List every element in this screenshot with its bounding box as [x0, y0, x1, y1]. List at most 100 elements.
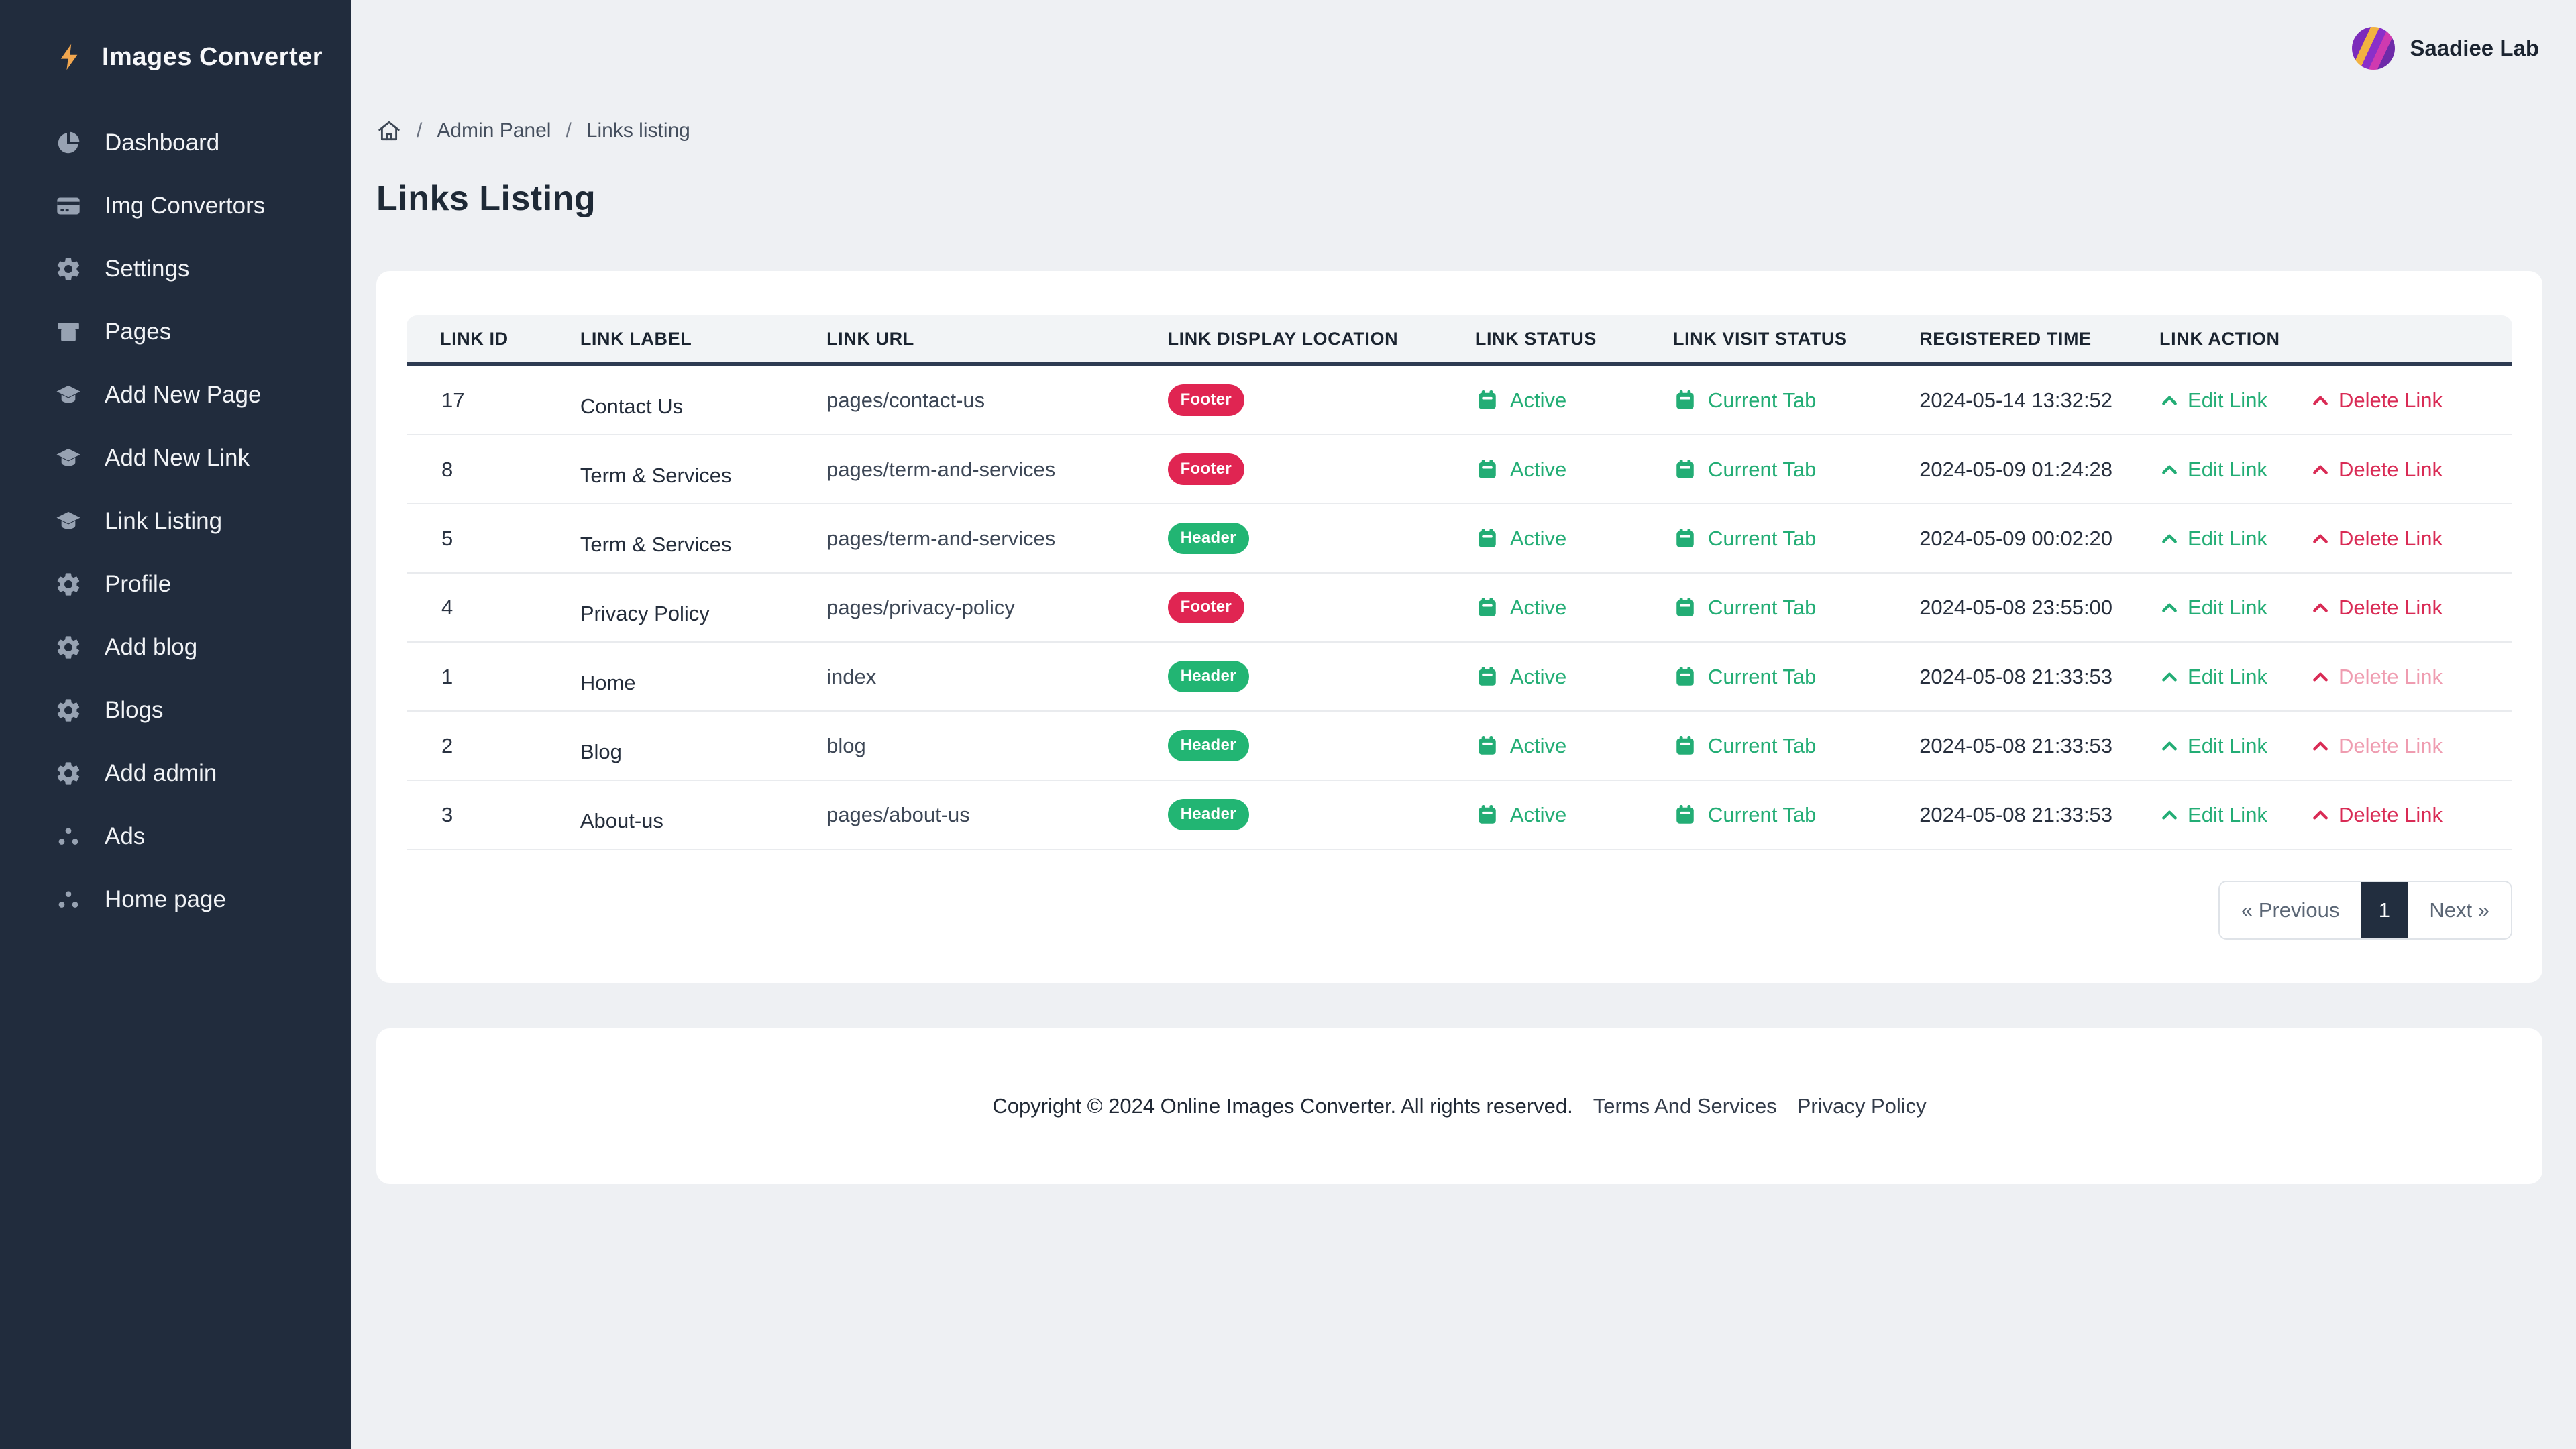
cell-link-label[interactable]: Term & Services — [571, 435, 817, 504]
sidebar-item-label: Link Listing — [105, 508, 222, 535]
gear-icon — [55, 256, 82, 282]
delete-link-button[interactable]: Delete Link — [2310, 665, 2443, 689]
cell-link-id: 2 — [407, 712, 571, 781]
breadcrumb-current: Links listing — [586, 119, 690, 142]
cell-link-label[interactable]: About-us — [571, 781, 817, 850]
sidebar-item-label: Settings — [105, 256, 189, 282]
col-link-status: Link Status — [1466, 315, 1664, 366]
sidebar-item-label: Img Convertors — [105, 193, 265, 219]
cell-link-url[interactable]: pages/about-us — [817, 781, 1159, 850]
sidebar-item-label: Pages — [105, 319, 171, 345]
sidebar-item-profile[interactable]: Profile — [0, 553, 351, 616]
delete-link-button[interactable]: Delete Link — [2310, 388, 2443, 413]
sidebar-item-pages[interactable]: Pages — [0, 301, 351, 364]
status-text: Active — [1510, 527, 1566, 551]
status-text: Active — [1510, 734, 1566, 758]
delete-link-button[interactable]: Delete Link — [2310, 527, 2443, 551]
chevron-up-icon — [2310, 390, 2330, 411]
edit-link-button[interactable]: Edit Link — [2159, 527, 2267, 551]
chevron-up-icon — [2310, 736, 2330, 756]
cell-link-label[interactable]: Term & Services — [571, 504, 817, 574]
main-content: Saadiee Lab / Admin Panel / Links listin… — [351, 0, 2576, 1449]
cell-visit-status: Current Tab — [1664, 435, 1910, 504]
breadcrumb-separator: / — [566, 119, 571, 142]
cell-display-location: Header — [1159, 643, 1466, 712]
cell-link-label[interactable]: Privacy Policy — [571, 574, 817, 643]
cell-link-url[interactable]: pages/term-and-services — [817, 435, 1159, 504]
edit-link-button[interactable]: Edit Link — [2159, 665, 2267, 689]
sidebar-item-dashboard[interactable]: Dashboard — [0, 111, 351, 174]
sidebar-item-home-page[interactable]: Home page — [0, 868, 351, 931]
gear-icon — [55, 697, 82, 724]
cell-link-url[interactable]: blog — [817, 712, 1159, 781]
edit-link-button[interactable]: Edit Link — [2159, 458, 2267, 482]
calendar-icon — [1475, 527, 1499, 551]
cell-display-location: Header — [1159, 712, 1466, 781]
status-text: Active — [1510, 803, 1566, 827]
cell-link-action: Edit Link Delete Link — [2150, 504, 2512, 574]
edit-link-button[interactable]: Edit Link — [2159, 803, 2267, 827]
sidebar-item-add-new-link[interactable]: Add New Link — [0, 427, 351, 490]
cell-visit-status: Current Tab — [1664, 574, 1910, 643]
sidebar-item-ads[interactable]: Ads — [0, 805, 351, 868]
home-icon[interactable] — [376, 118, 402, 144]
cell-link-url[interactable]: index — [817, 643, 1159, 712]
sidebar-item-add-admin[interactable]: Add admin — [0, 742, 351, 805]
cell-visit-status: Current Tab — [1664, 366, 1910, 435]
cell-display-location: Header — [1159, 504, 1466, 574]
pagination-next-button[interactable]: Next » — [2408, 882, 2511, 938]
graduation-cap-icon — [55, 508, 82, 535]
status-text: Active — [1510, 458, 1566, 482]
sidebar-item-blogs[interactable]: Blogs — [0, 679, 351, 742]
location-badge: Header — [1168, 523, 1249, 554]
delete-link-button[interactable]: Delete Link — [2310, 734, 2443, 758]
footer-link-privacy[interactable]: Privacy Policy — [1797, 1094, 1927, 1118]
sidebar-item-label: Profile — [105, 571, 171, 598]
cell-link-url[interactable]: pages/contact-us — [817, 366, 1159, 435]
cell-link-status: Active — [1466, 781, 1664, 850]
pagination-current-page[interactable]: 1 — [2361, 882, 2408, 938]
chevron-up-icon — [2159, 460, 2180, 480]
calendar-icon — [1673, 803, 1697, 827]
footer-link-terms[interactable]: Terms And Services — [1593, 1094, 1777, 1118]
breadcrumb-admin-panel[interactable]: Admin Panel — [437, 119, 551, 142]
calendar-icon — [1673, 388, 1697, 413]
brand-logo[interactable]: Images Converter — [0, 35, 351, 79]
table-row: 5 Term & Services pages/term-and-service… — [407, 504, 2512, 574]
cell-link-action: Edit Link Delete Link — [2150, 574, 2512, 643]
chevron-up-icon — [2310, 460, 2330, 480]
status-text: Active — [1510, 665, 1566, 689]
cell-link-url[interactable]: pages/term-and-services — [817, 504, 1159, 574]
edit-link-button[interactable]: Edit Link — [2159, 596, 2267, 620]
calendar-icon — [1475, 388, 1499, 413]
visit-status-text: Current Tab — [1708, 665, 1816, 689]
cell-link-label[interactable]: Home — [571, 643, 817, 712]
delete-link-button[interactable]: Delete Link — [2310, 458, 2443, 482]
delete-link-button[interactable]: Delete Link — [2310, 596, 2443, 620]
pagination-previous-button[interactable]: « Previous — [2220, 882, 2361, 938]
sidebar-item-add-blog[interactable]: Add blog — [0, 616, 351, 679]
cell-display-location: Footer — [1159, 574, 1466, 643]
sidebar-item-add-new-page[interactable]: Add New Page — [0, 364, 351, 427]
visit-status-text: Current Tab — [1708, 458, 1816, 482]
sidebar-item-img-convertors[interactable]: Img Convertors — [0, 174, 351, 237]
sidebar-item-label: Ads — [105, 823, 145, 850]
sidebar-item-settings[interactable]: Settings — [0, 237, 351, 301]
cell-visit-status: Current Tab — [1664, 781, 1910, 850]
cell-registered-time: 2024-05-14 13:32:52 — [1910, 366, 2150, 435]
sidebar-nav: Dashboard Img Convertors Settings Pages — [0, 111, 351, 931]
chevron-up-icon — [2310, 667, 2330, 687]
cell-link-url[interactable]: pages/privacy-policy — [817, 574, 1159, 643]
cell-link-label[interactable]: Contact Us — [571, 366, 817, 435]
edit-link-button[interactable]: Edit Link — [2159, 388, 2267, 413]
visit-status-text: Current Tab — [1708, 596, 1816, 620]
chevron-up-icon — [2159, 390, 2180, 411]
delete-link-button[interactable]: Delete Link — [2310, 803, 2443, 827]
sidebar-item-link-listing[interactable]: Link Listing — [0, 490, 351, 553]
user-menu[interactable]: Saadiee Lab — [2352, 27, 2539, 70]
cell-link-label[interactable]: Blog — [571, 712, 817, 781]
edit-link-button[interactable]: Edit Link — [2159, 734, 2267, 758]
chevron-up-icon — [2159, 529, 2180, 549]
cell-link-status: Active — [1466, 712, 1664, 781]
calendar-icon — [1673, 596, 1697, 620]
